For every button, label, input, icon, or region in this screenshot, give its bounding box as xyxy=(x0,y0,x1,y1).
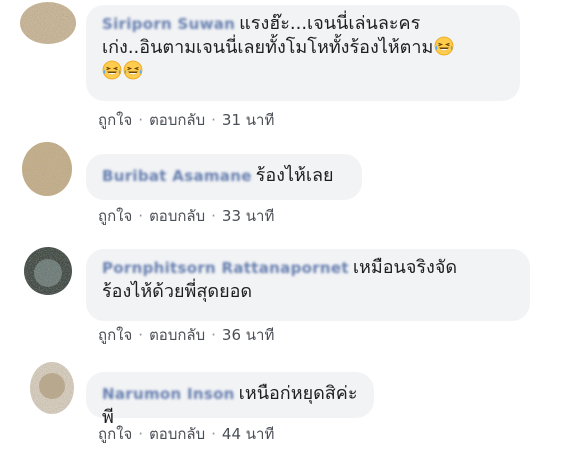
comment-bubble: Pornphitsorn Rattanapornet เหมือนจริงจัด … xyxy=(86,249,530,321)
separator-dot: · xyxy=(211,326,216,344)
laughing-crying-emoji-icon xyxy=(434,36,454,56)
like-link[interactable]: ถูกใจ xyxy=(98,326,132,344)
separator-dot: · xyxy=(138,326,144,344)
comment-bubble: Narumon Inson เหนือก่หยุดสิค่ะพี xyxy=(86,372,374,428)
comment-timestamp[interactable]: 31 นาที xyxy=(222,111,274,129)
like-link[interactable]: ถูกใจ xyxy=(98,207,132,225)
separator-dot: · xyxy=(138,207,144,225)
reply-link[interactable]: ตอบกลับ xyxy=(149,207,205,225)
comment-actions: ถูกใจ · ตอบกลับ · 33 นาที xyxy=(98,206,274,226)
separator-dot: · xyxy=(138,111,144,129)
comment-text: ร้องไห้เลย xyxy=(255,165,334,186)
separator-dot: · xyxy=(211,425,216,443)
comment-timestamp[interactable]: 33 นาที xyxy=(222,207,274,225)
comment-author-link[interactable]: Buribat Asamane xyxy=(102,167,252,185)
laughing-crying-emoji-icon xyxy=(123,60,143,80)
comment-author-link[interactable]: Siriporn Suwan xyxy=(102,15,235,33)
comment-actions: ถูกใจ · ตอบกลับ · 44 นาที xyxy=(98,424,274,444)
reply-link[interactable]: ตอบกลับ xyxy=(149,111,205,129)
avatar[interactable] xyxy=(24,247,72,295)
reply-link[interactable]: ตอบกลับ xyxy=(149,326,205,344)
avatar[interactable] xyxy=(20,2,76,44)
like-link[interactable]: ถูกใจ xyxy=(98,425,132,443)
laughing-crying-emoji-icon xyxy=(102,60,122,80)
comment-actions: ถูกใจ · ตอบกลับ · 36 นาที xyxy=(98,325,274,345)
separator-dot: · xyxy=(138,425,144,443)
comment-timestamp[interactable]: 36 นาที xyxy=(222,326,274,344)
separator-dot: · xyxy=(211,207,216,225)
comment-bubble: Siriporn Suwan แรงฮ๊ะ...เจนนี่เล่นละคร เก… xyxy=(86,5,520,101)
reply-link[interactable]: ตอบกลับ xyxy=(149,425,205,443)
separator-dot: · xyxy=(211,111,216,129)
comment-actions: ถูกใจ · ตอบกลับ · 31 นาที xyxy=(98,110,274,130)
like-link[interactable]: ถูกใจ xyxy=(98,111,132,129)
comment-author-link[interactable]: Narumon Inson xyxy=(102,385,235,403)
avatar[interactable] xyxy=(22,142,72,196)
comment-author-link[interactable]: Pornphitsorn Rattanapornet xyxy=(102,259,349,277)
comment-timestamp[interactable]: 44 นาที xyxy=(222,425,274,443)
avatar[interactable] xyxy=(30,362,74,414)
comment-bubble: Buribat Asamane ร้องไห้เลย xyxy=(86,154,362,200)
